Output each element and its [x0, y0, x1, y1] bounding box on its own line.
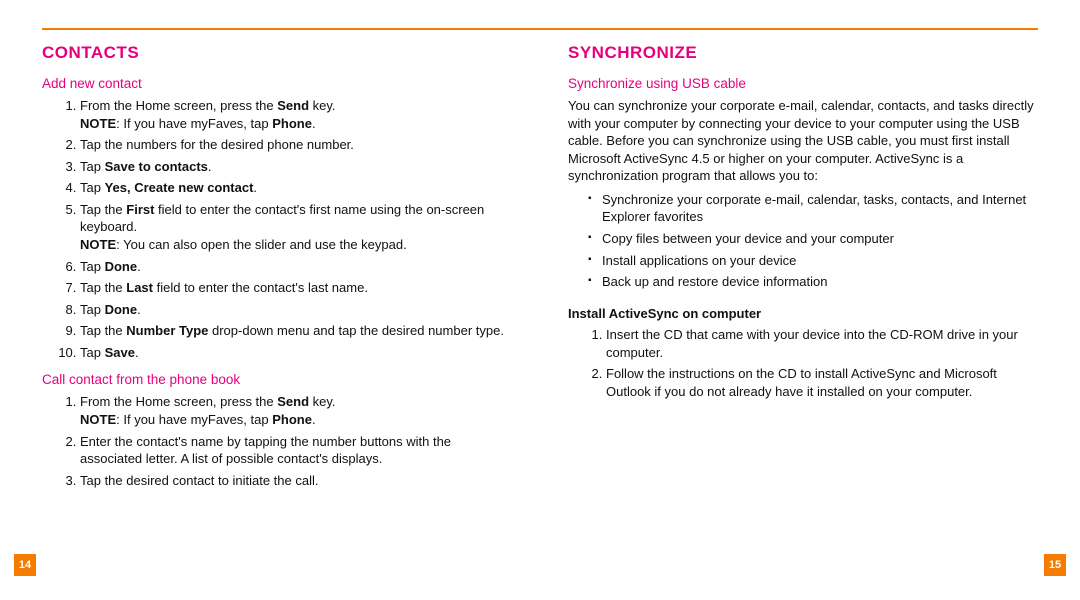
- step-item: Follow the instructions on the CD to ins…: [606, 365, 1038, 400]
- contacts-heading: CONTACTS: [42, 42, 512, 65]
- step-text: key.: [309, 98, 336, 113]
- step-text: Tap: [80, 259, 105, 274]
- step-text: .: [137, 259, 141, 274]
- note-text: .: [312, 412, 316, 427]
- add-new-contact-steps: From the Home screen, press the Send key…: [50, 97, 512, 361]
- step-text: Tap the numbers for the desired phone nu…: [80, 137, 354, 152]
- step-item: Tap Yes, Create new contact.: [80, 179, 512, 197]
- step-item: Tap the numbers for the desired phone nu…: [80, 136, 512, 154]
- step-item: From the Home screen, press the Send key…: [80, 393, 512, 428]
- bullet-item: Install applications on your device: [602, 252, 1038, 270]
- bullet-item: Synchronize your corporate e-mail, calen…: [602, 191, 1038, 226]
- step-text: Tap the: [80, 323, 126, 338]
- step-text: .: [253, 180, 257, 195]
- step-item: Tap the desired contact to initiate the …: [80, 472, 512, 490]
- step-item: Tap the Number Type drop-down menu and t…: [80, 322, 512, 340]
- right-column: SYNCHRONIZE Synchronize using USB cable …: [568, 42, 1038, 542]
- step-text: Tap: [80, 180, 105, 195]
- step-item: Tap the First field to enter the contact…: [80, 201, 512, 254]
- step-text: key.: [309, 394, 336, 409]
- page-number-right: 15: [1044, 554, 1066, 576]
- step-text: field to enter the contact's last name.: [153, 280, 368, 295]
- step-bold: Send: [277, 98, 309, 113]
- step-bold: Last: [126, 280, 153, 295]
- step-item: Tap Done.: [80, 258, 512, 276]
- note-text: .: [312, 116, 316, 131]
- install-activesync-steps: Insert the CD that came with your device…: [576, 326, 1038, 400]
- step-text: Enter the contact's name by tapping the …: [80, 434, 451, 467]
- step-bold: Number Type: [126, 323, 208, 338]
- step-item: Tap Done.: [80, 301, 512, 319]
- note-text: If you have myFaves, tap: [123, 116, 272, 131]
- step-bold: Save to contacts: [105, 159, 208, 174]
- step-item: Insert the CD that came with your device…: [606, 326, 1038, 361]
- call-contact-steps: From the Home screen, press the Send key…: [50, 393, 512, 489]
- left-column: CONTACTS Add new contact From the Home s…: [42, 42, 512, 542]
- step-bold: Yes, Create new contact: [105, 180, 254, 195]
- step-text: Tap: [80, 302, 105, 317]
- step-text: Tap the desired contact to initiate the …: [80, 473, 318, 488]
- bullet-item: Copy files between your device and your …: [602, 230, 1038, 248]
- step-bold: Done: [105, 302, 138, 317]
- step-text: .: [208, 159, 212, 174]
- call-contact-title: Call contact from the phone book: [42, 371, 512, 389]
- step-item: Tap Save to contacts.: [80, 158, 512, 176]
- sync-bullets: Synchronize your corporate e-mail, calen…: [576, 191, 1038, 291]
- step-text: drop-down menu and tap the desired numbe…: [208, 323, 504, 338]
- step-text: From the Home screen, press the: [80, 98, 277, 113]
- step-text: Tap the: [80, 280, 126, 295]
- step-bold: Done: [105, 259, 138, 274]
- note-label: NOTE: [80, 412, 116, 427]
- step-text: Tap the: [80, 202, 126, 217]
- bullet-item: Back up and restore device information: [602, 273, 1038, 291]
- step-text: From the Home screen, press the: [80, 394, 277, 409]
- install-activesync-title: Install ActiveSync on computer: [568, 305, 1038, 323]
- step-bold: First: [126, 202, 154, 217]
- note-text: If you have myFaves, tap: [123, 412, 272, 427]
- note-label: NOTE: [80, 237, 116, 252]
- step-text: Tap: [80, 345, 105, 360]
- note-bold: Phone: [272, 116, 312, 131]
- top-rule: [42, 28, 1038, 30]
- step-item: Tap Save.: [80, 344, 512, 362]
- step-text: .: [135, 345, 139, 360]
- step-item: Enter the contact's name by tapping the …: [80, 433, 512, 468]
- step-text: .: [137, 302, 141, 317]
- sync-intro: You can synchronize your corporate e-mai…: [568, 97, 1038, 185]
- note-label: NOTE: [80, 116, 116, 131]
- sync-usb-title: Synchronize using USB cable: [568, 75, 1038, 93]
- page-number-left: 14: [14, 554, 36, 576]
- step-bold: Send: [277, 394, 309, 409]
- synchronize-heading: SYNCHRONIZE: [568, 42, 1038, 65]
- note-bold: Phone: [272, 412, 312, 427]
- step-item: Tap the Last field to enter the contact'…: [80, 279, 512, 297]
- content-columns: CONTACTS Add new contact From the Home s…: [42, 42, 1038, 542]
- note-text: You can also open the slider and use the…: [123, 237, 407, 252]
- step-text: Tap: [80, 159, 105, 174]
- step-item: From the Home screen, press the Send key…: [80, 97, 512, 132]
- step-bold: Save: [105, 345, 135, 360]
- add-new-contact-title: Add new contact: [42, 75, 512, 93]
